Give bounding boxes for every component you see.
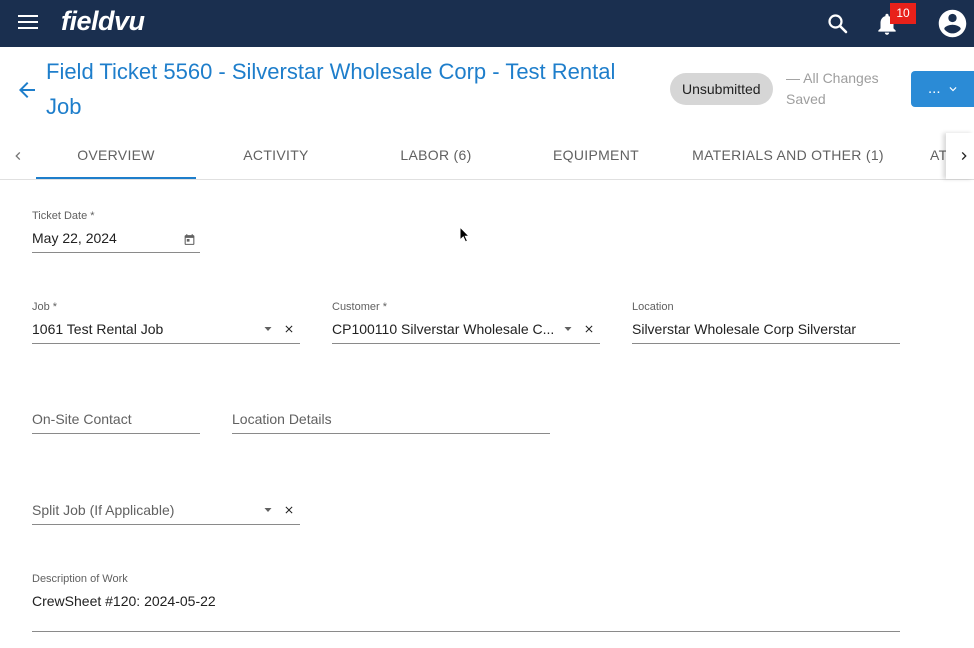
back-arrow-icon[interactable] bbox=[15, 78, 39, 102]
dropdown-arrow-icon[interactable] bbox=[562, 323, 574, 335]
tab-overview[interactable]: OVERVIEW bbox=[36, 133, 196, 179]
tab-bar: OVERVIEW ACTIVITY LABOR (6) EQUIPMENT MA… bbox=[0, 133, 974, 180]
customer-select[interactable]: Customer * CP100110 Silverstar Wholesale… bbox=[332, 301, 600, 344]
account-circle-icon[interactable] bbox=[936, 7, 969, 40]
save-status-text: — All Changes Saved bbox=[786, 70, 879, 107]
tab-activity[interactable]: ACTIVITY bbox=[196, 133, 356, 179]
more-actions-label: ... bbox=[928, 80, 941, 97]
chevron-left-icon bbox=[15, 152, 21, 160]
notification-count-badge: 10 bbox=[890, 3, 916, 24]
tab-scroll-left-button[interactable] bbox=[0, 133, 36, 179]
job-value: 1061 Test Rental Job bbox=[32, 321, 164, 337]
ticket-date-value: May 22, 2024 bbox=[32, 230, 117, 246]
menu-icon[interactable] bbox=[18, 14, 38, 30]
location-value: Silverstar Wholesale Corp Silverstar bbox=[632, 321, 857, 337]
mouse-cursor-icon bbox=[459, 226, 471, 243]
customer-value: CP100110 Silverstar Wholesale C... bbox=[332, 321, 555, 337]
split-job-underline bbox=[32, 524, 300, 525]
ticket-date-underline bbox=[32, 252, 200, 253]
description-of-work-textarea[interactable]: Description of Work CrewSheet #120: 2024… bbox=[32, 573, 900, 632]
split-job-select[interactable]: Split Job (If Applicable) bbox=[32, 499, 300, 525]
chevron-down-icon bbox=[949, 87, 957, 92]
chevron-right-icon bbox=[961, 152, 967, 160]
onsite-contact-underline bbox=[32, 433, 200, 434]
search-icon[interactable] bbox=[826, 12, 850, 36]
split-job-placeholder: Split Job (If Applicable) bbox=[32, 502, 175, 518]
status-badge: Unsubmitted bbox=[670, 73, 773, 105]
job-underline bbox=[32, 343, 300, 344]
description-underline bbox=[32, 631, 900, 632]
ticket-date-label: Ticket Date * bbox=[32, 210, 95, 222]
tab-scroll-right-button[interactable] bbox=[946, 133, 974, 179]
tab-equipment[interactable]: EQUIPMENT bbox=[516, 133, 676, 179]
calendar-icon[interactable] bbox=[183, 233, 196, 246]
location-underline bbox=[632, 343, 900, 344]
clear-icon[interactable] bbox=[283, 504, 295, 516]
tab-labor[interactable]: LABOR (6) bbox=[356, 133, 516, 179]
more-actions-button[interactable]: ... bbox=[911, 71, 974, 107]
customer-underline bbox=[332, 343, 600, 344]
location-details-input[interactable]: Location Details bbox=[232, 408, 550, 434]
clear-icon[interactable] bbox=[583, 323, 595, 335]
dropdown-arrow-icon[interactable] bbox=[262, 323, 274, 335]
job-select[interactable]: Job * 1061 Test Rental Job bbox=[32, 301, 300, 344]
page-title: Field Ticket 5560 - Silverstar Wholesale… bbox=[46, 59, 616, 119]
description-value: CrewSheet #120: 2024-05-22 bbox=[32, 593, 216, 609]
location-field[interactable]: Location Silverstar Wholesale Corp Silve… bbox=[632, 301, 900, 344]
description-label: Description of Work bbox=[32, 573, 128, 585]
onsite-contact-input[interactable]: On-Site Contact bbox=[32, 408, 200, 434]
onsite-contact-placeholder: On-Site Contact bbox=[32, 411, 132, 427]
app-bar: fieldvu 10 bbox=[0, 0, 974, 47]
location-label: Location bbox=[632, 301, 674, 313]
dropdown-arrow-icon[interactable] bbox=[262, 504, 274, 516]
location-details-placeholder: Location Details bbox=[232, 411, 332, 427]
brand-logo: fieldvu bbox=[61, 6, 145, 36]
ticket-date-field[interactable]: Ticket Date * May 22, 2024 bbox=[32, 210, 200, 253]
job-label: Job * bbox=[32, 301, 58, 313]
location-details-underline bbox=[232, 433, 550, 434]
customer-label: Customer * bbox=[332, 301, 388, 313]
clear-icon[interactable] bbox=[283, 323, 295, 335]
tab-materials-and-other[interactable]: MATERIALS AND OTHER (1) bbox=[676, 133, 900, 179]
